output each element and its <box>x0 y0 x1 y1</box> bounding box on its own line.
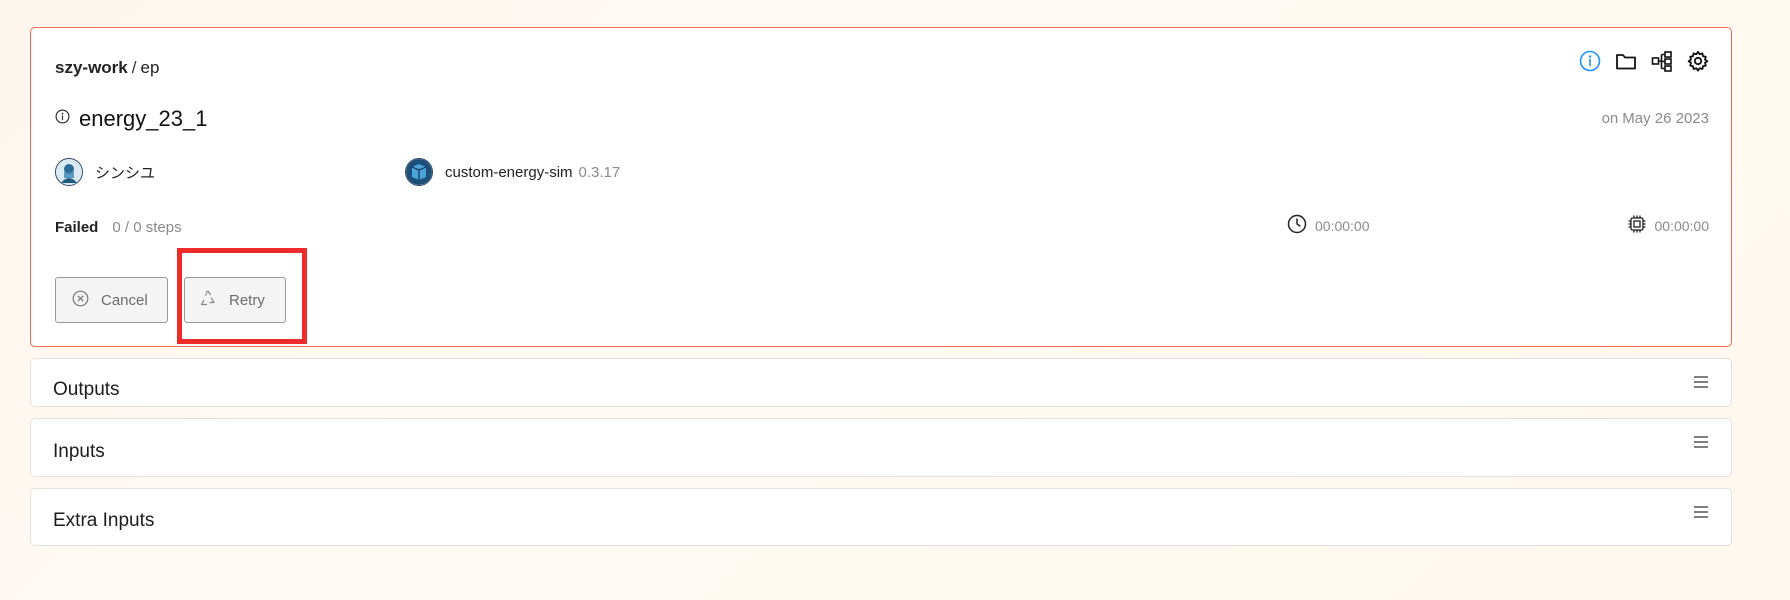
job-card: szy-work / ep energy_23_1 on May 26 2023 シン… <box>30 27 1732 347</box>
status-label: Failed <box>55 219 99 236</box>
inputs-section[interactable]: Inputs <box>30 418 1732 477</box>
cancel-circle-icon <box>72 290 89 311</box>
job-title-row: energy_23_1 <box>55 106 207 132</box>
clock-icon <box>1287 214 1307 237</box>
retry-label: Retry <box>229 291 265 309</box>
steps-count: 0 / 0 steps <box>112 219 182 236</box>
date-prefix: on <box>1601 110 1619 127</box>
wall-time: 00:00:00 <box>1287 214 1370 237</box>
cancel-button[interactable]: Cancel <box>55 277 168 323</box>
job-app: custom-energy-sim 0.3.17 <box>405 158 620 186</box>
job-status-row: Failed 0 / 0 steps <box>55 219 182 236</box>
retry-button[interactable]: Retry <box>184 277 286 323</box>
outputs-menu-icon[interactable] <box>1693 375 1709 394</box>
extra-inputs-section[interactable]: Extra Inputs <box>30 488 1732 546</box>
wall-time-value: 00:00:00 <box>1315 217 1370 234</box>
header-actions <box>1579 50 1709 72</box>
breadcrumb-project[interactable]: ep <box>140 58 159 77</box>
folder-icon[interactable] <box>1615 50 1637 72</box>
info-icon[interactable] <box>1579 50 1601 72</box>
user-name[interactable]: シンシユ <box>95 162 155 183</box>
outputs-section[interactable]: Outputs <box>30 358 1732 407</box>
job-date: on May 26 2023 <box>1602 110 1709 127</box>
breadcrumb-owner[interactable]: szy-work <box>55 58 128 77</box>
job-title: energy_23_1 <box>79 106 208 131</box>
inputs-menu-icon[interactable] <box>1693 435 1709 454</box>
breadcrumb-separator: / <box>131 58 137 77</box>
breadcrumb: szy-work / ep <box>55 58 159 78</box>
app-icon[interactable] <box>405 158 433 186</box>
cpu-time-value: 00:00:00 <box>1654 217 1710 234</box>
workflow-icon[interactable] <box>1651 50 1673 72</box>
cpu-chip-icon <box>1627 214 1647 237</box>
gear-icon[interactable] <box>1687 50 1709 72</box>
cancel-label: Cancel <box>101 291 148 309</box>
extra-inputs-title: Extra Inputs <box>53 510 155 531</box>
info-small-icon[interactable] <box>55 109 70 129</box>
user-avatar[interactable] <box>55 158 83 186</box>
job-owner: シンシユ <box>55 158 155 186</box>
inputs-title: Inputs <box>53 441 105 462</box>
app-name[interactable]: custom-energy-sim <box>445 164 573 181</box>
date-value: May 26 2023 <box>1622 110 1709 127</box>
extra-inputs-menu-icon[interactable] <box>1693 505 1709 524</box>
outputs-title: Outputs <box>53 379 120 400</box>
recycle-icon <box>199 289 217 311</box>
cpu-time: 00:00:00 <box>1627 214 1710 237</box>
app-version: 0.3.17 <box>578 163 621 181</box>
